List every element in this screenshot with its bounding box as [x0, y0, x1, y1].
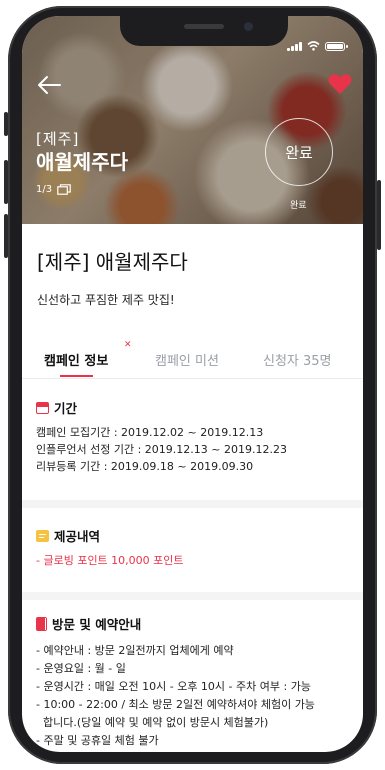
phone-volume-up-button: [4, 160, 8, 204]
phone-power-button: [377, 180, 381, 250]
provided-section-title: 제공내역: [54, 529, 101, 544]
signal-icon: [287, 41, 302, 51]
speaker-grille: [184, 24, 224, 29]
battery-icon: [325, 41, 348, 51]
visit-line: - 운영요일 : 월 - 일: [36, 662, 126, 675]
visit-section-title: 방문 및 예약안내: [52, 617, 142, 632]
done-label: 완료: [290, 201, 307, 211]
tab-applicants[interactable]: 신청자 35명: [263, 350, 332, 369]
period-line: 리뷰등록 기간 : 2019.09.18 ~ 2019.09.30: [36, 460, 254, 473]
done-badge-text: 완료: [285, 143, 313, 162]
app-screen: [제주] 애월제주다 1/3 완료 완료 [제주] 애월제주다 신선하고 푸짐한…: [22, 16, 363, 752]
new-indicator-icon: ✕: [124, 340, 132, 350]
phone-volume-down-button: [4, 214, 8, 258]
memo-icon: [36, 529, 49, 542]
period-section-title: 기간: [54, 401, 78, 416]
tab-campaign-mission[interactable]: 캠페인 미션: [155, 350, 219, 369]
tab-campaign-info[interactable]: 캠페인 정보: [44, 350, 108, 369]
heart-icon[interactable]: [327, 72, 353, 96]
active-tab-indicator: [60, 375, 93, 377]
status-bar: [287, 41, 348, 51]
image-counter-text: 1/3: [36, 184, 53, 195]
book-icon: [36, 616, 47, 631]
hero-store-name: 애월제주다: [36, 150, 128, 174]
campaign-subtitle: 신선하고 푸짐한 제주 맛집!: [37, 293, 175, 307]
provided-line: - 글로빙 포인트 10,000 포인트: [36, 554, 184, 567]
arrow-left-icon[interactable]: [36, 74, 62, 96]
front-camera: [244, 22, 253, 31]
visit-line: - 운영시간 : 매일 오전 10시 - 오후 10시 - 주차 여부 : 가능: [36, 680, 311, 693]
period-section-header: 기간: [36, 398, 77, 417]
done-badge: 완료: [265, 118, 333, 186]
section-divider: [22, 592, 363, 600]
gallery-icon[interactable]: [57, 184, 71, 195]
visit-line: - 10:00 - 22:00 / 최소 방문 2일전 예약하셔야 체험이 가능: [36, 698, 315, 711]
wifi-icon: [307, 41, 320, 51]
section-divider: [22, 500, 363, 508]
period-line: 캠페인 모집기간 : 2019.12.02 ~ 2019.12.13: [36, 426, 264, 439]
phone-side-button: [4, 112, 8, 136]
visit-line: - 주말 및 공휴일 체험 불가: [36, 734, 159, 747]
visit-line: 합니다.(당일 예약 및 예약 없이 방문시 체험불가): [36, 716, 269, 729]
phone-notch: [120, 16, 288, 46]
provided-section-header: 제공내역: [36, 526, 100, 545]
tab-bar: 캠페인 정보 ✕ 캠페인 미션 신청자 35명: [22, 340, 363, 379]
visit-line: - 예약안내 : 방문 2일전까지 업체에게 예약: [36, 644, 234, 657]
visit-section-header: 방문 및 예약안내: [36, 614, 141, 633]
calendar-icon: [36, 401, 49, 414]
period-line: 인플루언서 선정 기간 : 2019.12.13 ~ 2019.12.23: [36, 443, 287, 456]
image-counter: 1/3: [36, 184, 71, 195]
campaign-title: [제주] 애월제주다: [37, 250, 188, 274]
